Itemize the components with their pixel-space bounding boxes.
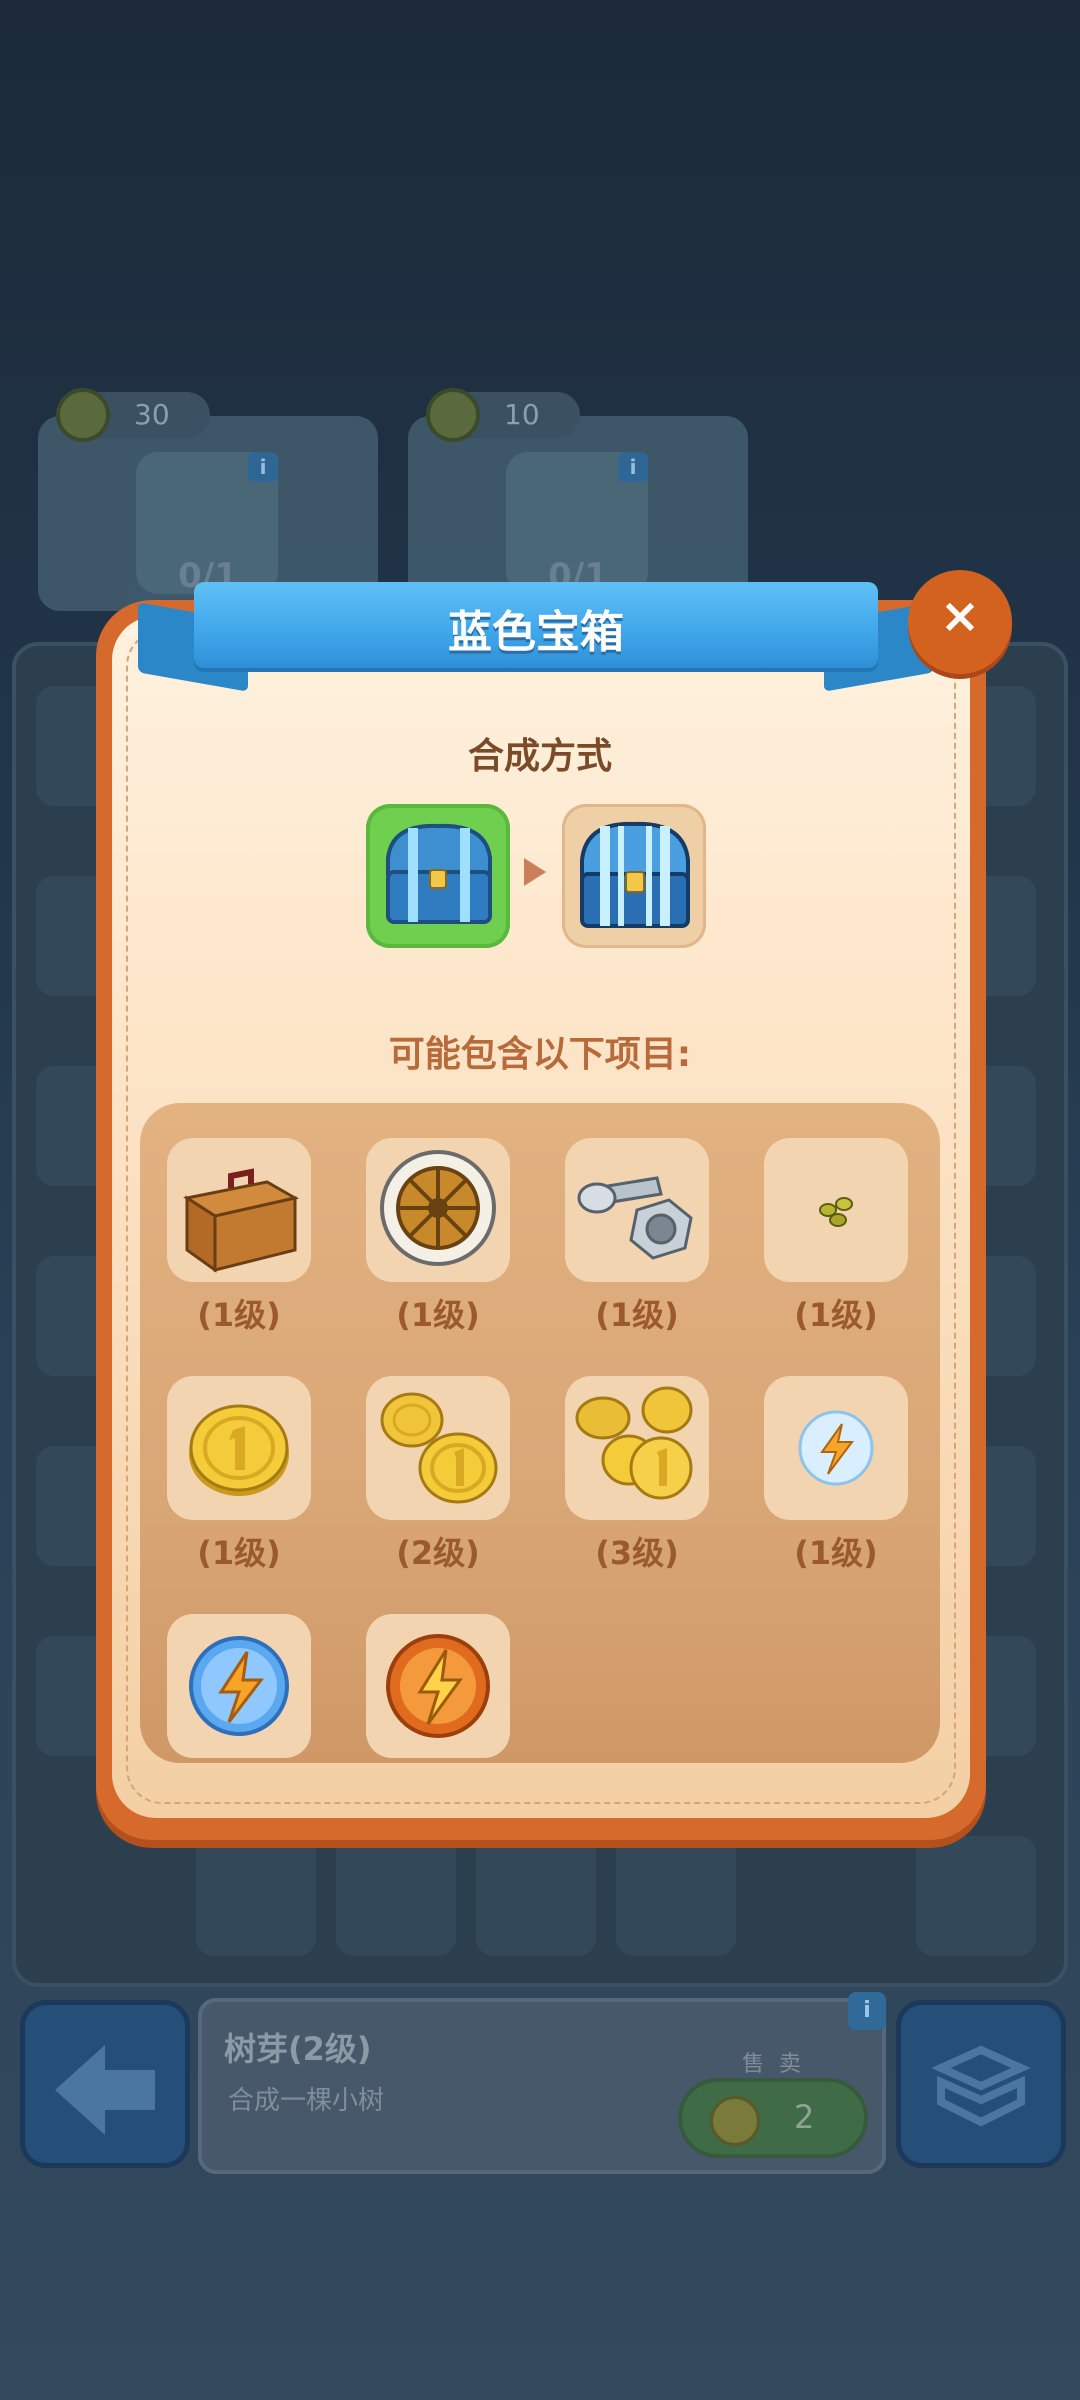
info-icon[interactable]: i (248, 452, 278, 482)
bottom-bar: 树芽(2级) 合成一棵小树 售 卖 2 i (0, 1990, 1080, 2190)
item-level-label: (1级) (794, 1296, 878, 1334)
selected-item-name: 树芽(2级) (224, 2030, 372, 2068)
back-button[interactable] (20, 2000, 190, 2168)
item-level-label: (1级) (595, 1296, 679, 1334)
sell-button[interactable]: 2 (678, 2078, 868, 2158)
sell-price: 2 (794, 2098, 815, 2136)
quest-reward-2: 10 (426, 388, 580, 442)
recipe-result-slot (562, 804, 706, 948)
close-button[interactable]: × (908, 570, 1012, 674)
coin-icon (56, 388, 110, 442)
close-icon: × (939, 588, 981, 644)
seeds-icon (819, 1197, 853, 1227)
storage-box-button[interactable] (896, 2000, 1066, 2168)
item-energy-orb-orange[interactable] (366, 1614, 510, 1758)
item-coin[interactable] (167, 1376, 311, 1520)
item-nut-bolt[interactable] (565, 1138, 709, 1282)
item-wheel[interactable] (366, 1138, 510, 1282)
item-level-label: (1级) (794, 1534, 878, 1572)
info-icon[interactable]: i (618, 452, 648, 482)
box-icon (931, 2045, 1031, 2127)
arrow-left-icon (55, 2045, 155, 2135)
blue-chest-icon (580, 821, 690, 928)
quest-reward-1: 30 (56, 388, 210, 442)
contents-heading: 可能包含以下项目: (388, 1034, 692, 1075)
recipe-source-slot (366, 804, 510, 948)
board-cell[interactable] (916, 1836, 1036, 1956)
board-cell[interactable] (336, 1836, 456, 1956)
coins-icon (380, 1392, 498, 1504)
sell-label: 售 卖 (742, 2052, 805, 2077)
dialog-title-ribbon: 蓝色宝箱 (138, 582, 934, 692)
coin-icon (710, 2096, 760, 2146)
item-level-label: (3级) (595, 1534, 679, 1572)
item-level-label: (1级) (197, 1534, 281, 1572)
energy-orb-orange-icon (386, 1634, 490, 1738)
selected-item-panel: 树芽(2级) 合成一棵小树 售 卖 2 i (198, 1992, 886, 2174)
item-level-label: (1级) (396, 1296, 480, 1334)
item-coins[interactable] (366, 1376, 510, 1520)
item-energy-orb-small[interactable] (764, 1376, 908, 1520)
board-cell[interactable] (196, 1836, 316, 1956)
reward-amount: 30 (134, 398, 170, 431)
arrow-right-icon (524, 858, 546, 886)
selected-item-description: 合成一棵小树 (228, 2086, 385, 2116)
item-seeds[interactable] (764, 1138, 908, 1282)
item-toolbox[interactable] (167, 1138, 311, 1282)
dialog-title: 蓝色宝箱 (448, 607, 624, 658)
item-coin-pile[interactable] (565, 1376, 709, 1520)
wheel-icon (380, 1150, 496, 1266)
recipe-heading: 合成方式 (467, 736, 612, 777)
coin-pile-icon (575, 1386, 693, 1500)
blue-chest-icon (386, 823, 492, 924)
coin-icon (426, 388, 480, 442)
board-cell[interactable] (616, 1836, 736, 1956)
reward-amount: 10 (504, 398, 540, 431)
energy-orb-small-icon (798, 1410, 874, 1486)
item-level-label: (1级) (197, 1296, 281, 1334)
energy-orb-blue-icon (189, 1636, 289, 1736)
item-level-label: (2级) (396, 1534, 480, 1572)
nut-bolt-icon (577, 1176, 693, 1260)
item-energy-orb-blue[interactable] (167, 1614, 311, 1758)
info-icon[interactable]: i (848, 1992, 886, 2030)
coin-icon (189, 1404, 289, 1496)
board-cell[interactable] (476, 1836, 596, 1956)
toolbox-icon (183, 1168, 300, 1273)
